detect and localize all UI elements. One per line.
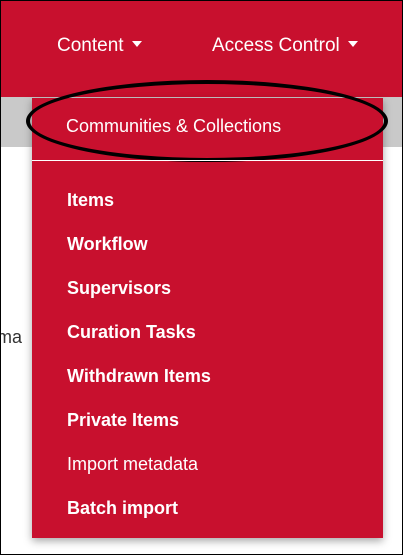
dropdown-item[interactable]: Batch import: [32, 492, 383, 536]
dropdown-item-label: Communities & Collections: [66, 116, 282, 136]
nav-access-label: Access Control: [212, 35, 340, 56]
screenshot-frame: Content Access Control ma Communities & …: [0, 0, 403, 555]
nav-access-control-menu[interactable]: Access Control: [212, 35, 358, 57]
top-navbar: Content Access Control: [1, 1, 402, 97]
dropdown-item[interactable]: Curation Tasks: [32, 316, 383, 360]
nav-content-menu[interactable]: Content: [57, 35, 142, 57]
dropdown-divider: [32, 160, 383, 161]
content-dropdown-menu: Communities & Collections Items Workflow S…: [26, 80, 388, 538]
dropdown-item[interactable]: Withdrawn Items: [32, 360, 383, 404]
caret-down-icon: [347, 40, 358, 47]
caret-down-icon: [131, 40, 142, 47]
dropdown-item[interactable]: Private Items: [32, 404, 383, 448]
background-text-fragment: ma: [1, 327, 23, 347]
dropdown-item[interactable]: Supervisors: [32, 272, 383, 316]
nav-content-label: Content: [57, 35, 124, 56]
dropdown-item[interactable]: Workflow: [32, 228, 383, 272]
dropdown-list: Items Workflow Supervisors Curation Tasks Wi…: [32, 184, 383, 536]
dropdown-item[interactable]: Import metadata: [32, 448, 383, 492]
dropdown-item-communities-collections[interactable]: Communities & Collections: [26, 80, 388, 162]
dropdown-item[interactable]: Items: [32, 184, 383, 228]
